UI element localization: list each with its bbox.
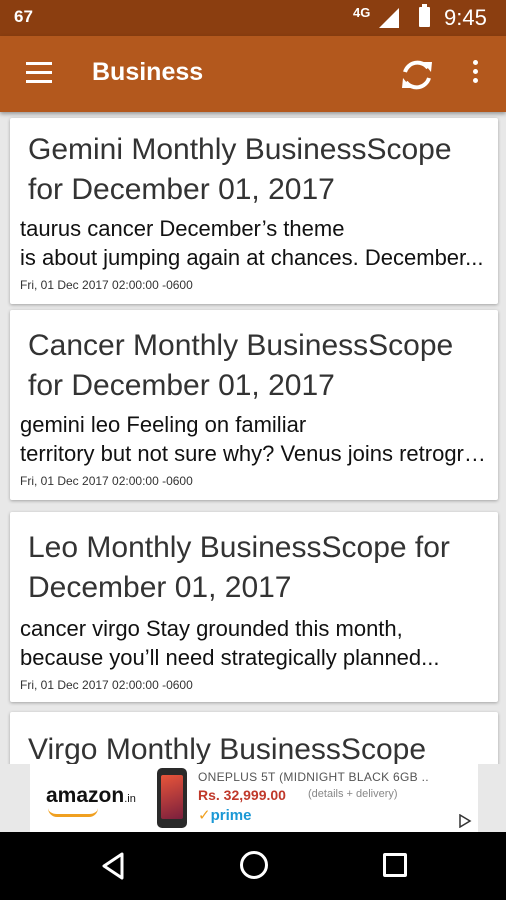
amazon-smile-icon (48, 808, 98, 817)
article-summary: gemini leo Feeling on familiar territory… (20, 412, 486, 466)
page-title: Business (92, 58, 204, 86)
adchoices-icon[interactable] (458, 814, 472, 828)
recent-apps-icon[interactable] (383, 853, 407, 877)
signal-icon (379, 8, 399, 28)
article-summary: cancer virgo Stay grounded this month, b… (20, 616, 440, 670)
back-icon[interactable] (100, 852, 126, 880)
network-type: 4G (353, 5, 371, 20)
menu-icon[interactable] (26, 62, 52, 84)
ad-product-name: ONEPLUS 5T (MIDNIGHT BLACK 6GB .. (198, 770, 429, 784)
article-date: Fri, 01 Dec 2017 02:00:00 -0600 (20, 278, 193, 292)
prime-badge: ✓prime (198, 807, 252, 824)
notification-count: 67 (14, 7, 33, 26)
refresh-icon[interactable] (398, 56, 436, 94)
article-list: Gemini Monthly BusinessScope for Decembe… (0, 112, 506, 764)
article-title: Virgo Monthly BusinessScope (28, 733, 426, 764)
app-toolbar: Business (0, 36, 506, 112)
article-summary: taurus cancer December’s theme is about … (20, 216, 484, 270)
amazon-logo: amazon.in (46, 784, 136, 807)
article-card[interactable]: Virgo Monthly BusinessScope (10, 712, 498, 764)
more-vert-icon[interactable] (470, 60, 480, 90)
article-card[interactable]: Cancer Monthly BusinessScope for Decembe… (10, 310, 498, 500)
article-title: Leo Monthly BusinessScope for December 0… (28, 531, 450, 604)
status-bar: 67 4G 9:45 (0, 0, 506, 36)
ad-banner[interactable]: amazon.in ONEPLUS 5T (MIDNIGHT BLACK 6GB… (30, 764, 478, 832)
article-title: Cancer Monthly BusinessScope for Decembe… (28, 329, 454, 402)
article-card[interactable]: Leo Monthly BusinessScope for December 0… (10, 512, 498, 702)
ad-price: Rs. 32,999.00 (198, 787, 286, 803)
product-image (157, 768, 187, 828)
system-nav-bar (0, 832, 506, 900)
ad-details: (details + delivery) (308, 788, 398, 800)
article-title: Gemini Monthly BusinessScope for Decembe… (28, 133, 452, 206)
battery-icon (419, 4, 430, 27)
article-card[interactable]: Gemini Monthly BusinessScope for Decembe… (10, 118, 498, 304)
home-icon[interactable] (240, 851, 268, 879)
article-date: Fri, 01 Dec 2017 02:00:00 -0600 (20, 474, 193, 488)
clock: 9:45 (444, 5, 487, 30)
article-date: Fri, 01 Dec 2017 02:00:00 -0600 (20, 678, 193, 692)
